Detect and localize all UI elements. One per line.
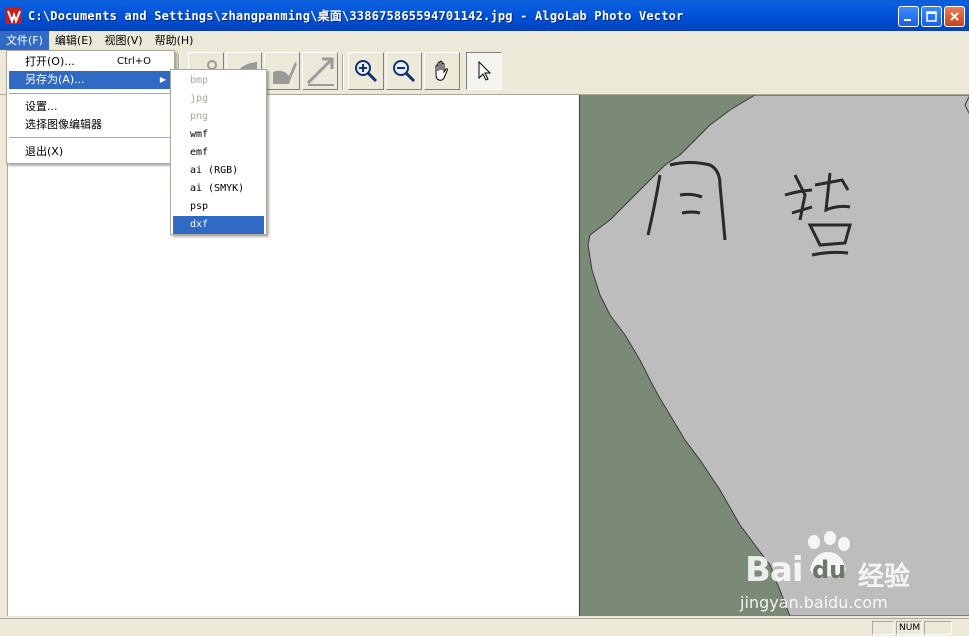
hand-icon bbox=[435, 60, 448, 81]
format-dxf[interactable]: dxf bbox=[173, 216, 264, 234]
menu-view[interactable]: 视图(V) bbox=[98, 31, 148, 50]
status-caps bbox=[872, 621, 894, 635]
vector-preview-pane[interactable] bbox=[579, 95, 969, 616]
diagonal-tool-button[interactable] bbox=[302, 52, 338, 90]
menu-bar: 文件(F) 编辑(E) 视图(V) 帮助(H) bbox=[0, 31, 969, 50]
brush-icon bbox=[273, 62, 297, 84]
format-emf[interactable]: emf bbox=[173, 144, 264, 162]
vectorized-image bbox=[580, 95, 969, 616]
brush-button[interactable] bbox=[264, 52, 300, 90]
app-icon[interactable] bbox=[6, 7, 22, 24]
watermark-brand: 经验 bbox=[858, 562, 911, 592]
watermark-du: du bbox=[812, 556, 847, 584]
close-button[interactable] bbox=[944, 6, 965, 27]
window-title: C:\Documents and Settings\zhangpanming\桌… bbox=[28, 9, 684, 23]
close-icon bbox=[950, 12, 959, 21]
menu-save-as[interactable]: 另存为(A)... ▶ bbox=[9, 71, 172, 89]
watermark-url: jingyan.baidu.com bbox=[740, 593, 888, 612]
status-bar: NUM bbox=[0, 618, 969, 636]
format-psp[interactable]: psp bbox=[173, 198, 264, 216]
menu-file[interactable]: 文件(F) bbox=[0, 31, 49, 50]
menu-open[interactable]: 打开(O)... Ctrl+O bbox=[9, 53, 172, 71]
pointer-icon bbox=[478, 60, 492, 81]
menu-open-label: 打开(O)... bbox=[25, 55, 75, 68]
title-bar: C:\Documents and Settings\zhangpanming\桌… bbox=[0, 0, 969, 31]
menu-help[interactable]: 帮助(H) bbox=[149, 31, 200, 50]
zoom-in-button[interactable] bbox=[348, 52, 384, 90]
menu-separator bbox=[9, 93, 172, 94]
menu-edit[interactable]: 编辑(E) bbox=[49, 31, 99, 50]
toolbar-separator bbox=[342, 54, 344, 90]
menu-open-shortcut: Ctrl+O bbox=[117, 56, 152, 67]
watermark-bai: Bai bbox=[745, 550, 804, 590]
hand-tool-button[interactable] bbox=[424, 52, 460, 90]
zoom-out-icon bbox=[393, 60, 416, 83]
maximize-icon bbox=[926, 11, 937, 22]
menu-separator bbox=[9, 137, 172, 138]
minimize-button[interactable] bbox=[898, 6, 919, 27]
menu-save-as-label: 另存为(A)... bbox=[25, 73, 85, 86]
status-num: NUM bbox=[896, 621, 922, 635]
zoom-in-icon bbox=[355, 60, 378, 83]
maximize-button[interactable] bbox=[921, 6, 942, 27]
left-frame bbox=[0, 95, 8, 616]
format-ai-rgb[interactable]: ai (RGB) bbox=[173, 162, 264, 180]
format-png[interactable]: png bbox=[173, 108, 264, 126]
submenu-arrow-icon: ▶ bbox=[159, 75, 166, 84]
format-ai-smyk[interactable]: ai (SMYK) bbox=[173, 180, 264, 198]
menu-exit[interactable]: 退出(X) bbox=[9, 143, 172, 161]
save-as-submenu: bmp jpg png wmf emf ai (RGB) ai (SMYK) p… bbox=[170, 69, 267, 235]
file-menu: 打开(O)... Ctrl+O 另存为(A)... ▶ 设置... 选择图像编辑… bbox=[6, 50, 175, 164]
format-jpg[interactable]: jpg bbox=[173, 90, 264, 108]
format-wmf[interactable]: wmf bbox=[173, 126, 264, 144]
format-bmp[interactable]: bmp bbox=[173, 72, 264, 90]
original-image-pane[interactable] bbox=[8, 95, 579, 616]
zoom-out-button[interactable] bbox=[386, 52, 422, 90]
status-message bbox=[4, 621, 866, 635]
pointer-tool-button[interactable] bbox=[466, 52, 502, 90]
status-scroll bbox=[924, 621, 952, 635]
menu-choose-editor[interactable]: 选择图像编辑器 bbox=[9, 116, 172, 134]
diagonal-tool-icon bbox=[306, 57, 334, 86]
menu-settings[interactable]: 设置... bbox=[9, 98, 172, 116]
minimize-icon bbox=[904, 19, 911, 21]
